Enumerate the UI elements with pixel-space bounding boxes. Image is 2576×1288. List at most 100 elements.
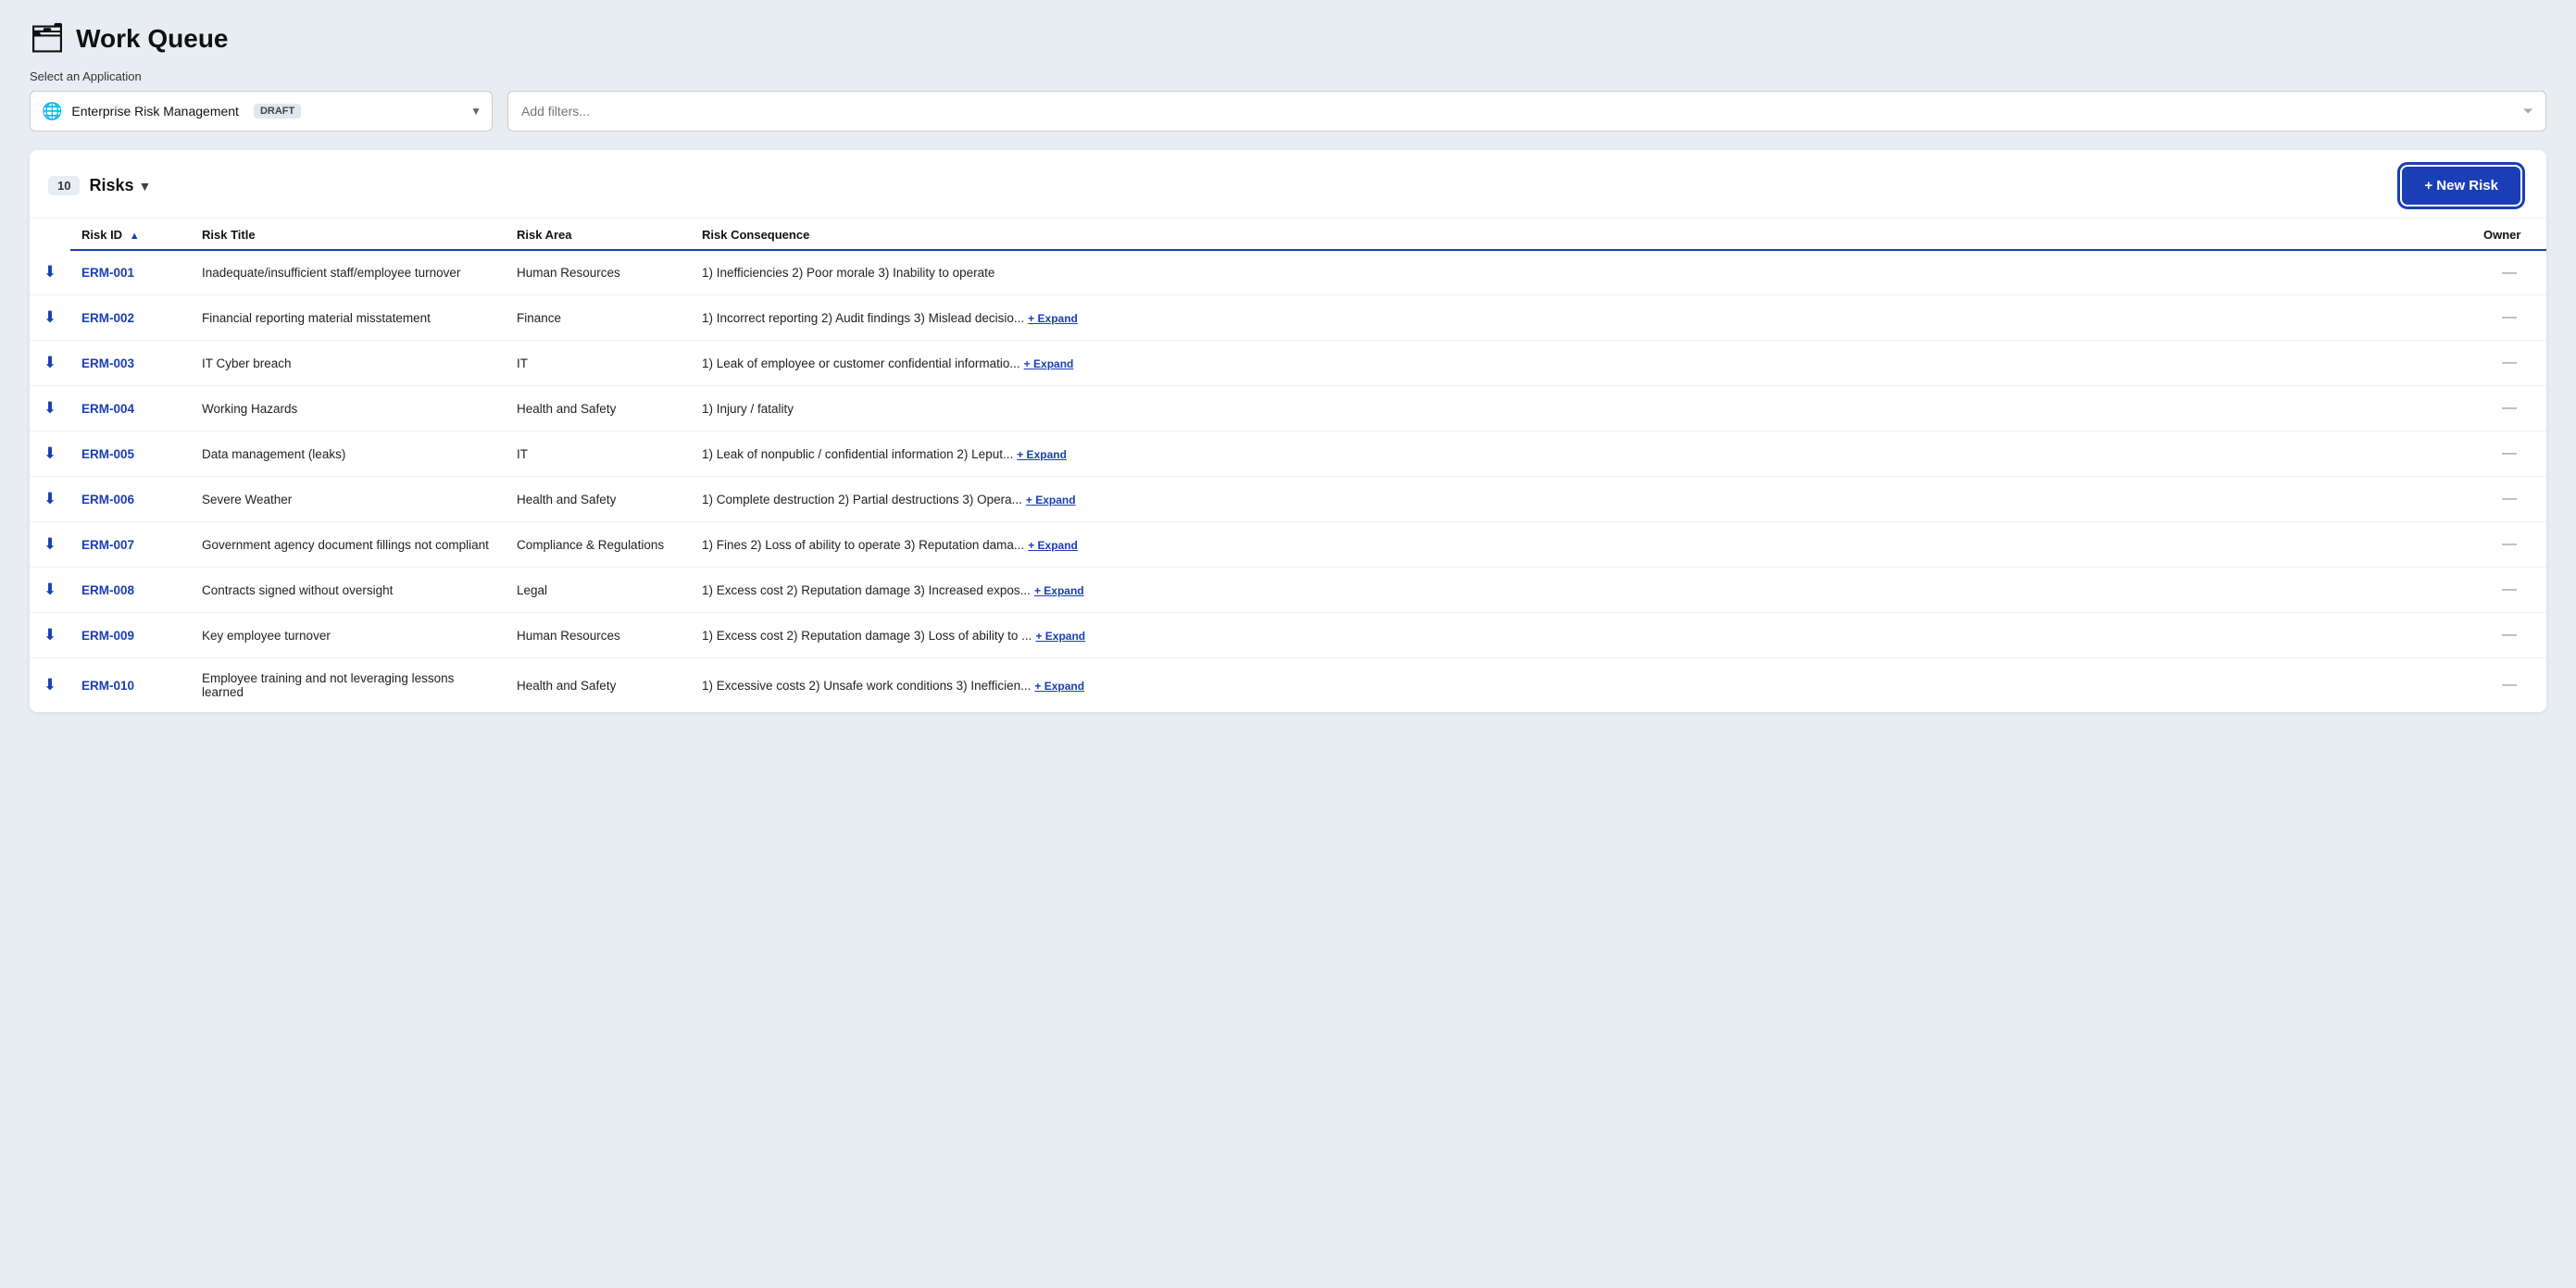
risks-table: Risk ID ▲ Risk Title Risk Area Risk Cons… [30, 219, 2546, 712]
risk-id-cell: ERM-006 [70, 477, 191, 522]
risk-owner-cell: — [2472, 477, 2546, 522]
table-row: ⬇ ERM-005 Data management (leaks)IT 1) Leak… [30, 431, 2546, 477]
expand-link[interactable]: + Expand [1035, 630, 1085, 643]
owner-dash: — [2502, 309, 2517, 325]
row-icon-cell: ⬇ [30, 522, 70, 568]
risk-area-cell: Finance [506, 295, 691, 341]
expand-link[interactable]: + Expand [1026, 494, 1076, 506]
risk-area-cell: Health and Safety [506, 658, 691, 713]
download-icon: ⬇ [44, 444, 56, 462]
risk-owner-cell: — [2472, 568, 2546, 613]
th-risk-id[interactable]: Risk ID ▲ [70, 219, 191, 250]
th-owner: Owner [2472, 219, 2546, 250]
filter-input[interactable] [507, 91, 2546, 131]
risk-id-link[interactable]: ERM-004 [81, 402, 134, 416]
consequence-text: 1) Leak of nonpublic / confidential info… [702, 447, 1013, 461]
risk-consequence-cell: 1) Injury / fatality [691, 386, 2472, 431]
risk-id-cell: ERM-004 [70, 386, 191, 431]
filter-row: 🌐 Enterprise Risk Management DRAFT ▼ ⏷ [30, 91, 2546, 131]
expand-link[interactable]: + Expand [1017, 448, 1067, 461]
table-row: ⬇ ERM-008 Contracts signed without oversig… [30, 568, 2546, 613]
risk-id-link[interactable]: ERM-002 [81, 311, 134, 325]
app-icon: 🌐 [42, 102, 62, 121]
risk-id-cell: ERM-010 [70, 658, 191, 713]
download-icon: ⬇ [44, 676, 56, 694]
risk-id-link[interactable]: ERM-007 [81, 538, 134, 552]
owner-dash: — [2502, 536, 2517, 552]
risk-owner-cell: — [2472, 613, 2546, 658]
risk-id-cell: ERM-002 [70, 295, 191, 341]
risk-title-cell: Inadequate/insufficient staff/employee t… [191, 250, 506, 295]
risk-id-link[interactable]: ERM-009 [81, 629, 134, 643]
risk-title-cell: Contracts signed without oversight [191, 568, 506, 613]
folder-icon: 🗂 [30, 22, 65, 55]
table-body: ⬇ ERM-001 Inadequate/insufficient staff/em… [30, 250, 2546, 712]
filter-icon: ⏷ [2523, 104, 2533, 119]
consequence-text: 1) Excess cost 2) Reputation damage 3) L… [702, 629, 1032, 643]
risk-area-cell: Health and Safety [506, 386, 691, 431]
risk-title-cell: Government agency document fillings not … [191, 522, 506, 568]
row-icon-cell: ⬇ [30, 341, 70, 386]
expand-link[interactable]: + Expand [1034, 680, 1084, 693]
risk-title-cell: Key employee turnover [191, 613, 506, 658]
risk-id-cell: ERM-008 [70, 568, 191, 613]
card-header: 10 Risks ▼ + New Risk [30, 150, 2546, 219]
app-selector-wrapper: 🌐 Enterprise Risk Management DRAFT ▼ [30, 91, 493, 131]
risk-count-badge: 10 [48, 176, 80, 195]
owner-dash: — [2502, 445, 2517, 461]
risk-consequence-cell: 1) Fines 2) Loss of ability to operate 3… [691, 522, 2472, 568]
risk-consequence-cell: 1) Leak of nonpublic / confidential info… [691, 431, 2472, 477]
draft-badge: DRAFT [254, 104, 301, 119]
download-icon: ⬇ [44, 263, 56, 281]
expand-link[interactable]: + Expand [1034, 584, 1084, 597]
risks-label[interactable]: Risks ▼ [89, 176, 151, 195]
select-app-label: Select an Application [30, 69, 2546, 83]
chevron-down-icon: ▼ [470, 105, 481, 118]
risk-id-link[interactable]: ERM-008 [81, 583, 134, 597]
risk-area-cell: Legal [506, 568, 691, 613]
th-risk-area: Risk Area [506, 219, 691, 250]
risk-id-link[interactable]: ERM-001 [81, 266, 134, 280]
risk-owner-cell: — [2472, 250, 2546, 295]
risk-id-link[interactable]: ERM-010 [81, 679, 134, 693]
risk-title-cell: Severe Weather [191, 477, 506, 522]
owner-dash: — [2502, 265, 2517, 281]
risk-title-cell: Working Hazards [191, 386, 506, 431]
risk-id-cell: ERM-005 [70, 431, 191, 477]
owner-dash: — [2502, 581, 2517, 597]
app-selector[interactable]: 🌐 Enterprise Risk Management DRAFT [30, 91, 493, 131]
risk-id-link[interactable]: ERM-006 [81, 493, 134, 506]
risk-id-link[interactable]: ERM-003 [81, 356, 134, 370]
owner-dash: — [2502, 491, 2517, 506]
row-icon-cell: ⬇ [30, 613, 70, 658]
risks-chevron-icon: ▼ [139, 179, 152, 194]
expand-link[interactable]: + Expand [1028, 539, 1078, 552]
risk-consequence-cell: 1) Leak of employee or customer confiden… [691, 341, 2472, 386]
th-icon [30, 219, 70, 250]
table-row: ⬇ ERM-010 Employee training and not levera… [30, 658, 2546, 713]
risk-title-cell: Employee training and not leveraging les… [191, 658, 506, 713]
expand-link[interactable]: + Expand [1024, 357, 1074, 370]
risk-owner-cell: — [2472, 341, 2546, 386]
consequence-text: 1) Fines 2) Loss of ability to operate 3… [702, 538, 1024, 552]
risks-title-group: 10 Risks ▼ [48, 176, 151, 195]
new-risk-button[interactable]: + New Risk [2402, 167, 2520, 205]
risk-consequence-cell: 1) Excess cost 2) Reputation damage 3) L… [691, 613, 2472, 658]
expand-link[interactable]: + Expand [1028, 312, 1078, 325]
risk-title-cell: Data management (leaks) [191, 431, 506, 477]
consequence-text: 1) Incorrect reporting 2) Audit findings… [702, 311, 1024, 325]
risk-area-cell: Human Resources [506, 250, 691, 295]
consequence-text: 1) Injury / fatality [702, 402, 794, 416]
risk-consequence-cell: 1) Excessive costs 2) Unsafe work condit… [691, 658, 2472, 713]
risk-area-cell: IT [506, 431, 691, 477]
download-icon: ⬇ [44, 581, 56, 598]
risk-area-cell: Human Resources [506, 613, 691, 658]
risk-consequence-cell: 1) Complete destruction 2) Partial destr… [691, 477, 2472, 522]
download-icon: ⬇ [44, 308, 56, 326]
owner-dash: — [2502, 677, 2517, 693]
owner-dash: — [2502, 627, 2517, 643]
risk-id-link[interactable]: ERM-005 [81, 447, 134, 461]
row-icon-cell: ⬇ [30, 431, 70, 477]
row-icon-cell: ⬇ [30, 386, 70, 431]
table-row: ⬇ ERM-004 Working HazardsHealth and Safety… [30, 386, 2546, 431]
